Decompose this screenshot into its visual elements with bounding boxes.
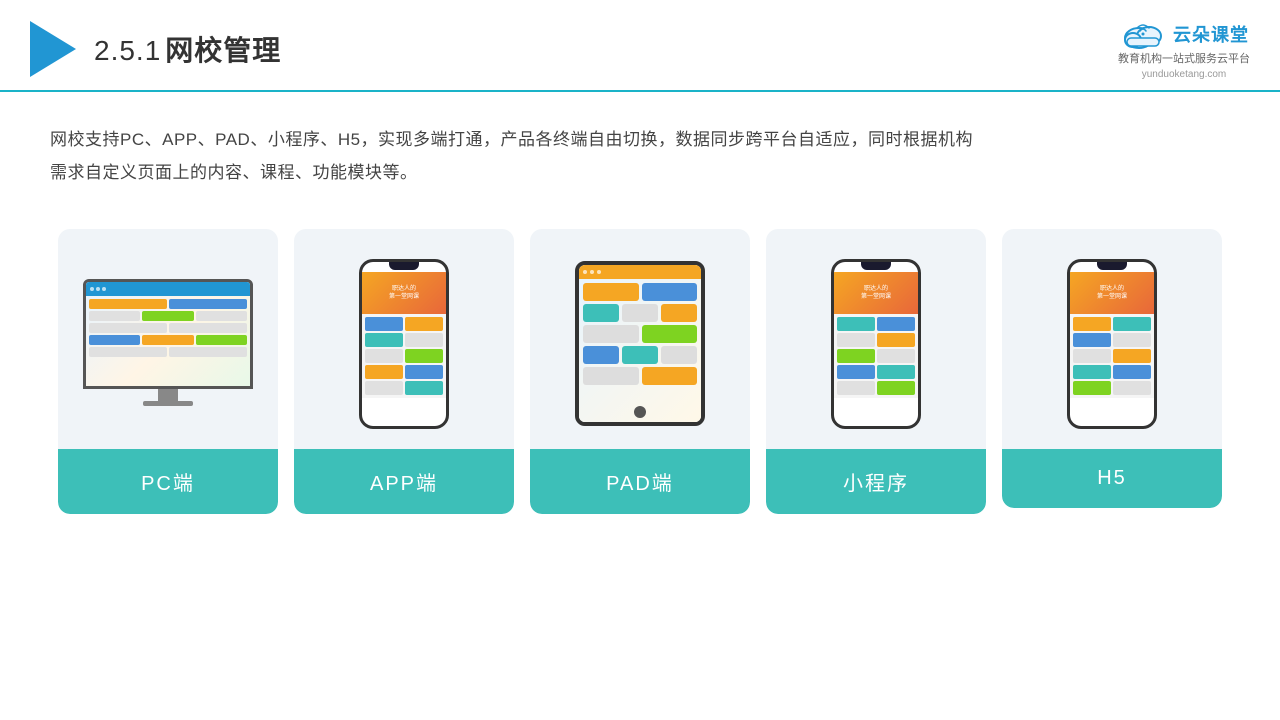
pad-label: PAD端 bbox=[530, 449, 750, 514]
h5-label: H5 bbox=[1002, 449, 1222, 508]
pc-label: PC端 bbox=[58, 449, 278, 514]
pc-image-area bbox=[58, 229, 278, 449]
description-text: 网校支持PC、APP、PAD、小程序、H5，实现多端打通，产品各终端自由切换，数… bbox=[50, 124, 1230, 189]
pad-card: PAD端 bbox=[530, 229, 750, 514]
page-title: 2.5.1网校管理 bbox=[94, 29, 281, 69]
pad-image-area bbox=[530, 229, 750, 449]
brand-tagline: 教育机构一站式服务云平台 bbox=[1118, 52, 1250, 67]
app-card: 职达人的第一堂网课 bbox=[294, 229, 514, 514]
miniprogram-image-area: 职达人的第一堂网课 bbox=[766, 229, 986, 449]
page-container: 2.5.1网校管理 云朵课堂 教育机构一站式服务云平台 yunduoketang… bbox=[0, 0, 1280, 720]
logo-triangle-icon bbox=[30, 21, 76, 77]
page-title-num: 2.5.1 bbox=[94, 35, 161, 66]
pc-monitor-icon bbox=[83, 279, 253, 409]
h5-phone-icon: 职达人的第一堂网课 bbox=[1067, 259, 1157, 429]
app-image-area: 职达人的第一堂网课 bbox=[294, 229, 514, 449]
miniprogram-card: 职达人的第一堂网课 bbox=[766, 229, 986, 514]
header-right: 云朵课堂 教育机构一站式服务云平台 yunduoketang.com bbox=[1118, 18, 1250, 80]
pad-tablet-icon bbox=[575, 261, 705, 426]
header: 2.5.1网校管理 云朵课堂 教育机构一站式服务云平台 yunduoketang… bbox=[0, 0, 1280, 92]
brand-url: yunduoketang.com bbox=[1142, 69, 1227, 80]
h5-image-area: 职达人的第一堂网课 bbox=[1002, 229, 1222, 449]
brand-name: 云朵课堂 bbox=[1173, 21, 1249, 47]
page-title-text: 网校管理 bbox=[165, 35, 281, 66]
miniprogram-label: 小程序 bbox=[766, 449, 986, 514]
pc-card: PC端 bbox=[58, 229, 278, 514]
app-phone-icon: 职达人的第一堂网课 bbox=[359, 259, 449, 429]
app-label: APP端 bbox=[294, 449, 514, 514]
h5-card: 职达人的第一堂网课 bbox=[1002, 229, 1222, 508]
header-left: 2.5.1网校管理 bbox=[30, 21, 281, 77]
cloud-icon bbox=[1119, 18, 1167, 50]
miniprogram-phone-icon: 职达人的第一堂网课 bbox=[831, 259, 921, 429]
cards-section: PC端 职达人的第一堂网课 bbox=[0, 209, 1280, 720]
description-section: 网校支持PC、APP、PAD、小程序、H5，实现多端打通，产品各终端自由切换，数… bbox=[0, 92, 1280, 209]
brand-logo: 云朵课堂 bbox=[1119, 18, 1249, 50]
